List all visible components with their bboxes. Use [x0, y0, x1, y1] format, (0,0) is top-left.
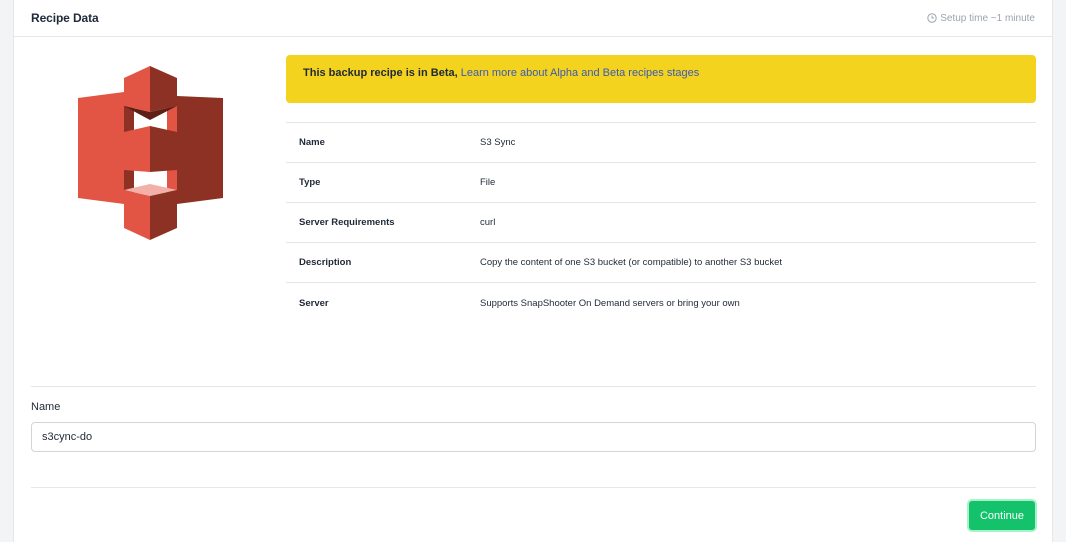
section-divider [31, 386, 1036, 387]
clock-icon [927, 13, 937, 23]
detail-row-type: Type File [286, 163, 1036, 203]
detail-key: Name [299, 137, 325, 148]
card-header: Recipe Data Setup time ~1 minute [14, 0, 1052, 37]
beta-banner-text: This backup recipe is in Beta, [303, 67, 458, 79]
detail-value: curl [480, 217, 496, 228]
detail-row-server: Server Supports SnapShooter On Demand se… [286, 283, 1036, 323]
detail-row-name: Name S3 Sync [286, 123, 1036, 163]
detail-key: Type [299, 177, 321, 188]
recipe-stages-link[interactable]: Learn more about Alpha and Beta recipes … [461, 67, 700, 79]
aws-s3-logo-icon [78, 66, 223, 240]
detail-row-server-requirements: Server Requirements curl [286, 203, 1036, 243]
setup-time: Setup time ~1 minute [927, 13, 1035, 24]
detail-value: Copy the content of one S3 bucket (or co… [480, 257, 783, 268]
recipe-card: Recipe Data Setup time ~1 minute This ba… [13, 0, 1053, 542]
beta-banner: This backup recipe is in Beta, Learn mor… [286, 55, 1036, 103]
detail-key: Server Requirements [299, 217, 395, 228]
setup-time-text: Setup time ~1 minute [940, 12, 1035, 24]
name-input[interactable] [31, 422, 1036, 452]
name-field-label: Name [31, 401, 61, 413]
detail-row-description: Description Copy the content of one S3 b… [286, 243, 1036, 283]
detail-key: Server [299, 297, 329, 309]
section-divider [31, 487, 1036, 488]
recipe-details-table: Name S3 Sync Type File Server Requiremen… [286, 122, 1036, 323]
detail-value: Supports SnapShooter On Demand servers o… [480, 297, 740, 309]
detail-key: Description [299, 257, 352, 268]
card-title: Recipe Data [31, 11, 99, 25]
detail-value: S3 Sync [480, 137, 516, 148]
continue-button[interactable]: Continue [967, 499, 1037, 532]
detail-value: File [480, 177, 496, 188]
